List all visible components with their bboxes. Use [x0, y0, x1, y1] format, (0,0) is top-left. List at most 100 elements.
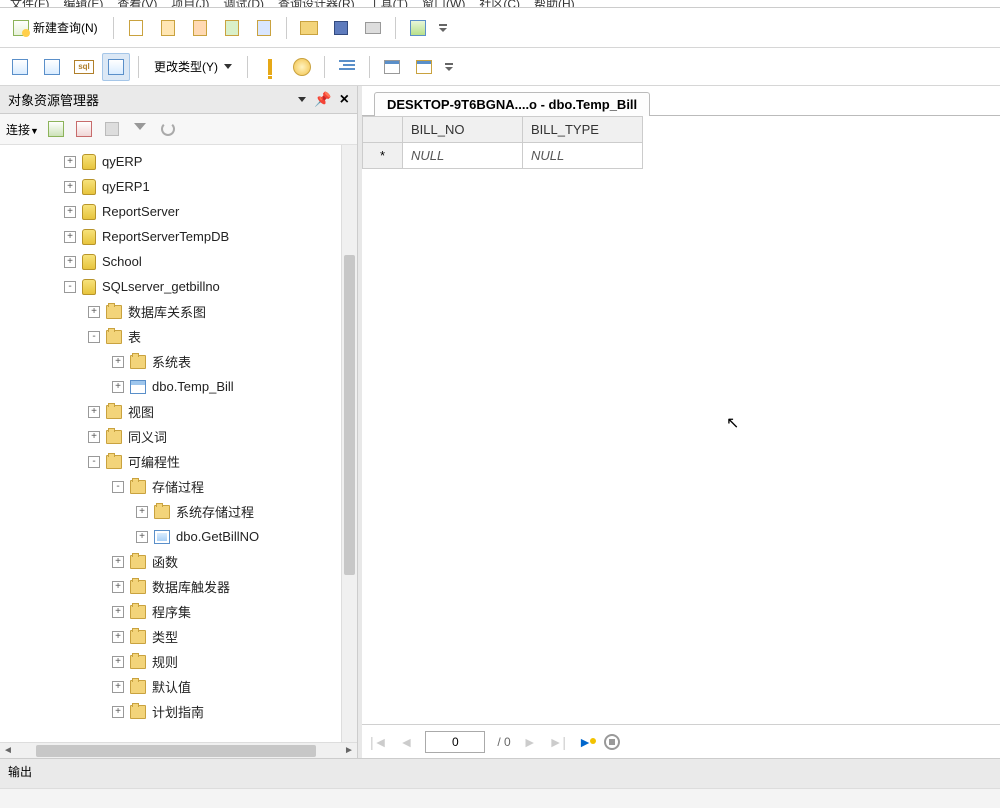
menu-query-designer[interactable]: 查询设计器(R) [278, 0, 355, 8]
menu-file[interactable]: 文件(F) [10, 0, 49, 8]
menu-edit[interactable]: 编辑(E) [63, 0, 103, 8]
server-button-2[interactable] [73, 118, 95, 140]
column-header[interactable]: BILL_NO [403, 117, 523, 143]
table-row[interactable]: *NULLNULL [363, 143, 643, 169]
menu-community[interactable]: 社区(C) [479, 0, 520, 8]
expand-icon[interactable]: + [64, 231, 76, 243]
expand-icon[interactable]: + [136, 506, 148, 518]
nav-first-icon[interactable]: |◄ [370, 734, 388, 750]
expand-icon[interactable]: + [88, 431, 100, 443]
menu-tools[interactable]: 工具(T) [369, 0, 408, 8]
tree-node[interactable]: +qyERP [4, 149, 357, 174]
collapse-icon[interactable]: - [64, 281, 76, 293]
tree-node[interactable]: -存储过程 [4, 474, 357, 499]
execute-button[interactable] [256, 53, 284, 81]
database-tree[interactable]: +qyERP+qyERP1+ReportServer+ReportServerT… [0, 145, 357, 728]
grid-cell[interactable]: NULL [523, 143, 643, 169]
menu-project[interactable]: 项目(J) [171, 0, 209, 8]
tree-node[interactable]: +系统表 [4, 349, 357, 374]
expand-icon[interactable]: + [112, 656, 124, 668]
stop-button[interactable] [101, 118, 123, 140]
indent-button[interactable] [333, 53, 361, 81]
overflow-button-2[interactable] [442, 53, 456, 81]
expand-icon[interactable]: + [88, 306, 100, 318]
menu-view[interactable]: 查看(V) [117, 0, 157, 8]
expand-icon[interactable]: + [136, 531, 148, 543]
tree-node[interactable]: +数据库关系图 [4, 299, 357, 324]
expand-icon[interactable]: + [64, 156, 76, 168]
menu-debug[interactable]: 调试(D) [223, 0, 264, 8]
collapse-icon[interactable]: - [88, 456, 100, 468]
vertical-scrollbar[interactable] [341, 145, 357, 742]
collapse-icon[interactable]: - [112, 481, 124, 493]
results-pane-button[interactable] [102, 53, 130, 81]
tree-node[interactable]: +默认值 [4, 674, 357, 699]
tree-node[interactable]: +数据库触发器 [4, 574, 357, 599]
tree-node[interactable]: +程序集 [4, 599, 357, 624]
expand-icon[interactable]: + [112, 631, 124, 643]
tree-node[interactable]: +ReportServer [4, 199, 357, 224]
expand-icon[interactable]: + [64, 206, 76, 218]
refresh-button[interactable] [157, 118, 179, 140]
change-type-button[interactable]: 更改类型(Y) [147, 53, 239, 81]
doc-button-3[interactable] [186, 14, 214, 42]
tree-node[interactable]: +视图 [4, 399, 357, 424]
nav-next-icon[interactable]: ► [523, 734, 537, 750]
overflow-button[interactable] [436, 14, 450, 42]
tree-node[interactable]: -SQLserver_getbillno [4, 274, 357, 299]
nav-last-icon[interactable]: ►| [549, 734, 567, 750]
expand-icon[interactable]: + [88, 406, 100, 418]
menu-window[interactable]: 窗口(W) [422, 0, 465, 8]
verify-button[interactable] [288, 53, 316, 81]
tree-node[interactable]: +dbo.Temp_Bill [4, 374, 357, 399]
tree-node[interactable]: +类型 [4, 624, 357, 649]
doc-button[interactable] [122, 14, 150, 42]
grid-button-1[interactable] [6, 53, 34, 81]
close-icon[interactable]: × [340, 91, 349, 109]
connect-label[interactable]: 连接▼ [6, 121, 39, 138]
tree-node[interactable]: +ReportServerTempDB [4, 224, 357, 249]
scrollbar-thumb[interactable] [344, 255, 355, 575]
expand-icon[interactable]: + [112, 356, 124, 368]
expand-icon[interactable]: + [112, 581, 124, 593]
results-grid[interactable]: BILL_NO BILL_TYPE *NULLNULL [362, 116, 643, 169]
server-button-1[interactable] [45, 118, 67, 140]
expand-icon[interactable]: + [112, 606, 124, 618]
tree-node[interactable]: +规则 [4, 649, 357, 674]
expand-icon[interactable]: + [112, 381, 124, 393]
open-button[interactable] [295, 14, 323, 42]
print-button[interactable] [359, 14, 387, 42]
tree-node[interactable]: +同义词 [4, 424, 357, 449]
tree-node[interactable]: +函数 [4, 549, 357, 574]
record-position-input[interactable] [425, 731, 485, 753]
scroll-right-icon[interactable]: ► [341, 743, 357, 759]
scroll-left-icon[interactable]: ◄ [0, 743, 16, 759]
tree-node[interactable]: -可编程性 [4, 449, 357, 474]
properties-button[interactable] [378, 53, 406, 81]
save-button[interactable] [327, 14, 355, 42]
new-window-button[interactable] [410, 53, 438, 81]
filter-button[interactable] [129, 118, 151, 140]
expand-icon[interactable]: + [64, 181, 76, 193]
grid-button-2[interactable] [38, 53, 66, 81]
scrollbar-thumb[interactable] [36, 745, 316, 757]
tab-temp-bill[interactable]: DESKTOP-9T6BGNA....o - dbo.Temp_Bill [374, 92, 650, 116]
doc-button-5[interactable] [250, 14, 278, 42]
pin-icon[interactable]: 📌 [314, 91, 331, 108]
tree-node[interactable]: +School [4, 249, 357, 274]
tree-node[interactable]: +系统存储过程 [4, 499, 357, 524]
expand-icon[interactable]: + [112, 556, 124, 568]
column-header[interactable]: BILL_TYPE [523, 117, 643, 143]
menu-help[interactable]: 帮助(H) [534, 0, 575, 8]
new-query-button[interactable]: 新建查询(N) [6, 14, 105, 42]
tree-node[interactable]: +qyERP1 [4, 174, 357, 199]
expand-icon[interactable]: + [112, 706, 124, 718]
nav-new-icon[interactable]: ► [578, 734, 592, 750]
sql-pane-button[interactable]: sql [70, 53, 98, 81]
collapse-icon[interactable]: - [88, 331, 100, 343]
nav-prev-icon[interactable]: ◄ [400, 734, 414, 750]
tree-node[interactable]: -表 [4, 324, 357, 349]
panel-menu-icon[interactable] [298, 97, 306, 102]
grid-cell[interactable]: NULL [403, 143, 523, 169]
nav-stop-icon[interactable] [604, 734, 620, 750]
